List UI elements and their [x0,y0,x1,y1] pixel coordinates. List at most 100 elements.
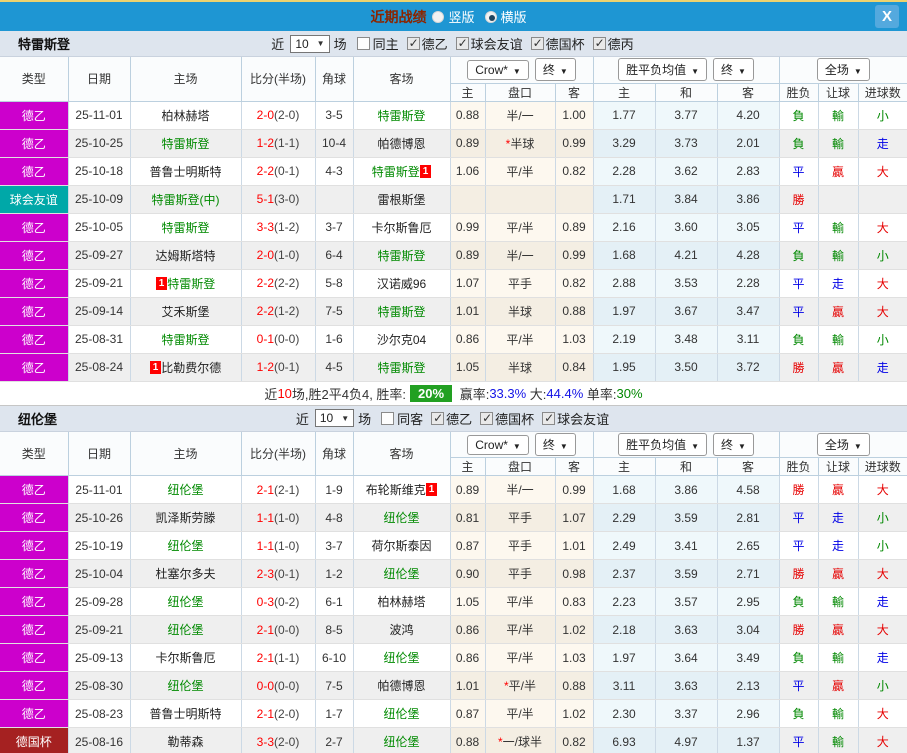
odds-final-dropdown[interactable]: 终 ▼ [534,58,576,82]
red-card-badge: 1 [149,360,162,374]
team-link: 纽伦堡 [167,595,204,609]
home-odds-cell: 0.89 [450,475,486,504]
home-odds-cell: 0.87 [450,699,486,728]
handicap-result-cell: 輸 [818,129,859,158]
handicap-result-cell: 贏 [818,353,859,382]
same-venue-checkbox[interactable] [356,37,370,50]
horizontal-layout-radio[interactable] [484,10,497,23]
avg-dropdown[interactable]: 胜平负均值 ▼ [618,432,708,456]
team-link: 特雷斯登 [377,304,426,319]
away-team-cell: 纽伦堡 [353,727,451,753]
avg-away-cell: 3.86 [717,185,780,214]
col-header-date: 日期 [67,57,131,102]
handicap-cell: 平/半 [485,643,556,672]
chevron-down-icon: ▼ [559,67,568,77]
league-type-cell: 德乙 [0,643,69,672]
team-link: 纽伦堡 [383,735,420,749]
away-odds-cell: 0.82 [555,157,594,186]
avg-draw-cell: 3.50 [655,353,718,382]
avg-home-cell: 2.16 [593,213,656,242]
col-header-corner: 角球 [314,57,354,102]
avg-away-cell: 2.83 [717,157,780,186]
handicap-result-cell: 贏 [818,559,859,588]
league-checkbox-2[interactable] [530,36,544,50]
away-team-cell: 帕德博恩 [353,129,451,158]
summary-segment-8: 单率: [583,386,617,402]
corner-cell: 6-1 [315,587,354,616]
league-checkbox-0[interactable] [431,411,445,425]
layout-radio-group: 竖版 横版 [432,7,536,26]
score-cell: 2-0(1-0) [241,241,316,270]
league-checkbox-2[interactable] [542,411,556,425]
team-link: 普鲁士明斯特 [149,707,222,721]
odds-final-dropdown[interactable]: 终 ▼ [534,432,576,456]
home-team-cell: 特雷斯登 [130,213,242,242]
avg-draw-cell: 3.73 [655,129,718,158]
result-cell: 平 [779,213,819,242]
score-cell: 3-3(2-0) [241,727,316,753]
recent-count-select[interactable]: 10 ▼ [314,409,355,427]
col-header-score: 比分(半场) [240,57,316,102]
away-odds-cell: 1.07 [555,503,594,532]
results-table: 类型 日期 主场 比分(半场) 角球 客场 Crow* ▼ 终 ▼ 胜平负均值 ▼ 终 ▼ 全场 ▼ 主盘口客主… [0,431,907,753]
league-checkbox-3[interactable] [592,36,606,50]
league-checkbox-0[interactable] [406,36,420,50]
vertical-layout-radio[interactable] [432,10,445,23]
fulltime-score: 1-1 [256,538,274,553]
recent-count-select[interactable]: 10 ▼ [290,34,330,53]
avg-draw-cell: 3.63 [655,671,718,700]
away-odds-cell: 1.03 [555,643,594,672]
avg-home-cell: 2.18 [593,615,656,644]
close-button[interactable]: X [875,5,899,28]
home-odds-cell: 0.86 [450,643,486,672]
league-checkbox-1[interactable] [455,36,469,50]
score-cell: 3-3(1-2) [241,213,316,242]
avg-final-dropdown[interactable]: 终 ▼ [713,432,754,456]
home-team-cell: 卡尔斯鲁厄 [130,643,242,672]
fullmatch-dropdown[interactable]: 全场 ▼ [816,58,870,82]
goals-result-cell: 大 [858,213,907,242]
home-odds-cell: 0.87 [450,531,486,560]
date-cell: 25-09-21 [68,269,131,298]
changed-odds-asterisk: * [505,136,511,151]
team-link: 帕德博恩 [377,136,426,151]
team-link: 特雷斯登 [161,136,210,151]
avg-away-cell: 4.28 [717,241,780,270]
match-row: 德乙 25-08-31 特雷斯登 0-1(0-0) 1-6 沙尔克04 0.86 平/半 1.0… [0,325,907,354]
summary-segment-5: 33.3% [489,385,527,401]
score-cell: 2-2(2-2) [241,269,316,298]
team-link: 特雷斯登 [377,248,426,263]
away-team-cell: 纽伦堡 [353,699,451,728]
league-checkbox-label-2: 球会友谊 [557,411,610,427]
away-odds-cell: 1.02 [555,615,594,644]
handicap-result-cell: 走 [818,531,859,560]
corner-cell: 6-4 [315,241,354,270]
games-label: 场 [333,37,347,52]
near-label: 近 [271,37,285,52]
odds-company-dropdown[interactable]: Crow* ▼ [467,60,529,81]
col-header-away: 客场 [352,431,451,476]
avg-home-cell: 2.30 [593,699,656,728]
score-cell: 1-2(0-1) [241,353,316,382]
team-link: 特雷斯登 [377,108,426,123]
halftime-score: (1-2) [274,220,300,234]
handicap-cell: *平/半 [485,671,556,700]
halftime-score: (1-0) [274,248,300,262]
avg-home-cell: 1.97 [593,297,656,326]
corner-cell: 2-7 [315,727,354,753]
same-venue-checkbox[interactable] [381,411,395,425]
handicap-cell: *半球 [485,129,556,158]
odds-final-dropdown-label: 终 [542,63,555,78]
date-cell: 25-10-05 [68,213,131,242]
league-checkbox-1[interactable] [480,411,494,425]
avg-draw-cell: 3.59 [655,503,718,532]
score-cell: 2-0(2-0) [241,101,316,130]
odds-company-dropdown[interactable]: Crow* ▼ [467,434,529,455]
fullmatch-dropdown[interactable]: 全场 ▼ [816,432,870,456]
avg-draw-cell: 3.63 [655,615,718,644]
team-link: 柏林赫塔 [377,595,426,609]
avg-home-cell: 2.29 [593,503,656,532]
avg-final-dropdown[interactable]: 终 ▼ [713,58,754,82]
avg-dropdown[interactable]: 胜平负均值 ▼ [618,58,708,82]
avg-away-cell: 3.11 [717,325,780,354]
